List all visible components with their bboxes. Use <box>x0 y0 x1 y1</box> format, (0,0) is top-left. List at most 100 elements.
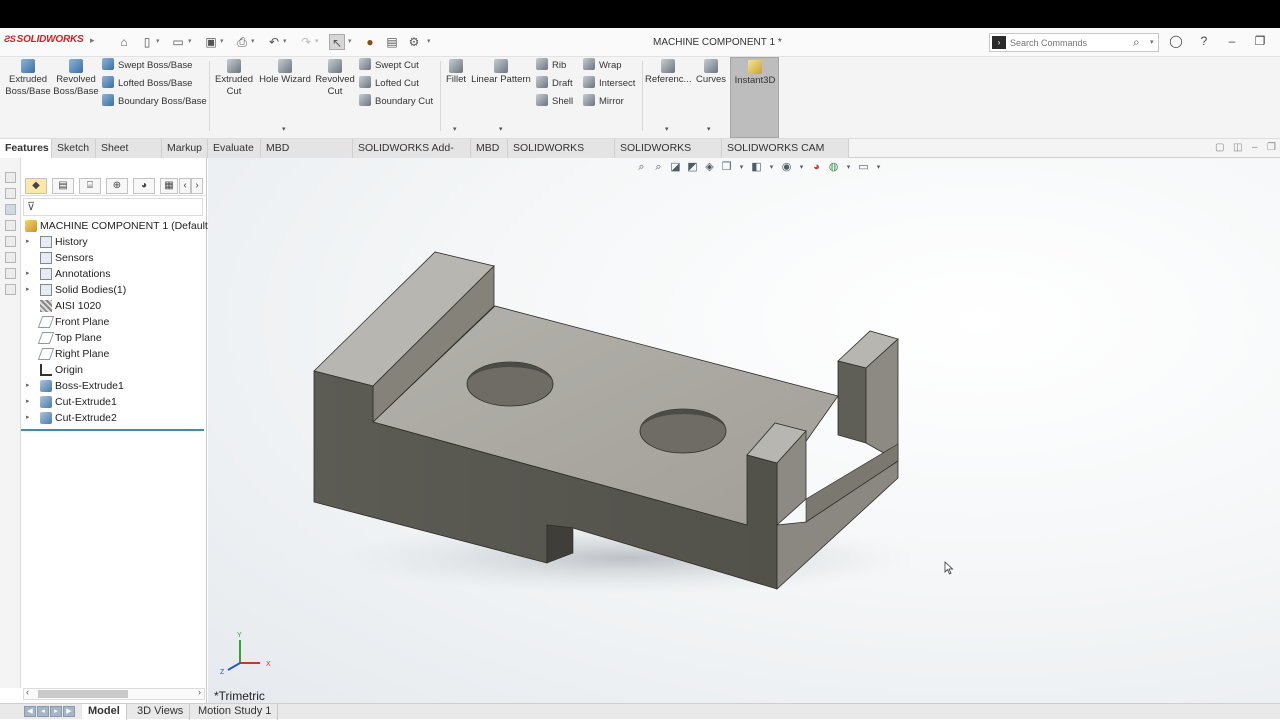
chevron-down-icon[interactable]: ▾ <box>282 125 286 133</box>
feature-manager-tab-icon[interactable]: ◆ <box>25 178 47 194</box>
linear-pattern-button[interactable]: Linear Pattern <box>471 59 531 86</box>
chevron-down-icon[interactable]: ▾ <box>427 37 431 45</box>
options-gear-icon[interactable]: ⚙ <box>406 34 422 50</box>
curves-button[interactable]: Curves <box>694 59 728 86</box>
chevron-left-icon[interactable]: ‹ <box>26 687 29 697</box>
select-pointer-icon[interactable]: ↖ <box>329 34 345 50</box>
revolved-boss-button[interactable]: Revolved Boss/Base <box>53 59 99 98</box>
user-account-icon[interactable]: ◯ <box>1168 34 1184 48</box>
rib-button[interactable]: Rib <box>536 58 566 73</box>
scrollbar-thumb[interactable] <box>38 690 128 698</box>
swept-cut-button[interactable]: Swept Cut <box>359 58 419 73</box>
last-tab-icon[interactable]: ▶ <box>63 706 75 717</box>
rollback-bar[interactable] <box>21 429 204 431</box>
restore-pane-icon[interactable]: ❐ <box>1267 142 1276 153</box>
tab-model[interactable]: Model <box>82 704 127 720</box>
graphics-area[interactable]: ⌕ ⌕ ◪ ◩ ◈ ❒ ▾ ◧ ▾ ◉ ▾ ◕ ◍ ▾ ▭ ▾ Y X Z *T… <box>208 158 1280 703</box>
appearances-icon[interactable] <box>5 236 16 247</box>
draft-button[interactable]: Draft <box>536 76 573 91</box>
reference-geometry-button[interactable]: Referenc... <box>645 59 691 86</box>
custom-properties-icon[interactable] <box>5 252 16 263</box>
undo-icon[interactable]: ↶ <box>266 34 282 50</box>
first-tab-icon[interactable]: ◀ <box>24 706 36 717</box>
help-icon[interactable]: ? <box>1196 34 1212 48</box>
solidworks-forum-icon[interactable] <box>5 268 16 279</box>
fillet-button[interactable]: Fillet <box>443 59 469 86</box>
chevron-down-icon[interactable]: ▾ <box>348 37 352 45</box>
search-icon[interactable]: ⌕ <box>1133 35 1140 50</box>
revolved-cut-button[interactable]: Revolved Cut <box>313 59 357 98</box>
tab-sheet-metal[interactable]: Sheet Metal <box>96 139 162 172</box>
tab-solidworks-cam[interactable]: SOLIDWORKS CAM <box>508 139 615 172</box>
chevron-down-icon[interactable]: ▾ <box>707 125 711 133</box>
mirror-button[interactable]: Mirror <box>583 94 624 109</box>
redo-icon[interactable]: ↷ <box>298 34 314 50</box>
tab-solidworks-add-ins[interactable]: SOLIDWORKS Add-Ins <box>353 139 471 172</box>
design-library-icon[interactable] <box>5 188 16 199</box>
search-commands-box[interactable]: › ⌕ ▾ <box>989 33 1159 52</box>
file-explorer-icon[interactable] <box>5 204 16 215</box>
tile-icon[interactable]: ▢ <box>1215 142 1224 153</box>
float-icon[interactable]: ◫ <box>1233 142 1242 153</box>
feature-tree-filter[interactable]: ⊽ <box>23 198 203 216</box>
tab-markup[interactable]: Markup <box>162 139 208 158</box>
previous-tab-icon[interactable]: ◂ <box>37 706 49 717</box>
cam-icon[interactable] <box>5 284 16 295</box>
tab-mbd[interactable]: MBD <box>471 139 508 158</box>
lofted-cut-button[interactable]: Lofted Cut <box>359 76 419 91</box>
chevron-down-icon[interactable]: ▾ <box>251 37 255 45</box>
tab-motion-study-1[interactable]: Motion Study 1 <box>192 704 279 720</box>
tab-mbd-dimensions[interactable]: MBD Dimensions <box>261 139 353 172</box>
save-icon[interactable]: ▣ <box>203 34 219 50</box>
tab-evaluate[interactable]: Evaluate <box>208 139 261 158</box>
tab-3d-views[interactable]: 3D Views <box>131 704 191 720</box>
extruded-boss-button[interactable]: Extruded Boss/Base <box>4 59 52 98</box>
chevron-down-icon[interactable]: ▾ <box>156 37 160 45</box>
minimize-icon[interactable]: – <box>1224 34 1240 48</box>
menu-expand-icon[interactable]: ▸ <box>90 35 95 46</box>
tab-solidworks-cam-tbm[interactable]: SOLIDWORKS CAM TBM <box>722 139 849 172</box>
boundary-boss-button[interactable]: Boundary Boss/Base <box>102 94 207 109</box>
shell-button[interactable]: Shell <box>536 94 573 109</box>
chevron-down-icon[interactable]: ▾ <box>1150 38 1154 46</box>
chevron-down-icon[interactable]: ▾ <box>499 125 503 133</box>
new-document-icon[interactable]: ▯ <box>139 34 155 50</box>
chevron-right-icon[interactable]: › <box>191 178 203 194</box>
expand-icon[interactable]: ▸ <box>26 410 30 426</box>
chevron-down-icon[interactable]: ▾ <box>220 37 224 45</box>
chevron-down-icon[interactable]: ▾ <box>665 125 669 133</box>
expand-icon[interactable]: ▸ <box>26 234 30 250</box>
swept-boss-button[interactable]: Swept Boss/Base <box>102 58 192 73</box>
display-manager-tab-icon[interactable]: ◕ <box>133 178 155 194</box>
chevron-down-icon[interactable]: ▾ <box>188 37 192 45</box>
lofted-boss-button[interactable]: Lofted Boss/Base <box>102 76 192 91</box>
chevron-down-icon[interactable]: ▾ <box>453 125 457 133</box>
minimize-pane-icon[interactable]: – <box>1252 142 1258 153</box>
rebuild-icon[interactable]: ● <box>362 34 378 50</box>
horizontal-scrollbar[interactable]: ‹ › <box>23 687 205 700</box>
tab-features[interactable]: Features <box>0 139 52 158</box>
expand-icon[interactable]: ▸ <box>26 378 30 394</box>
search-input[interactable] <box>1010 36 1128 50</box>
expand-icon[interactable]: ▸ <box>26 266 30 282</box>
hole-wizard-button[interactable]: Hole Wizard <box>258 59 312 86</box>
configuration-manager-tab-icon[interactable]: ⌸ <box>79 178 101 194</box>
intersect-button[interactable]: Intersect <box>583 76 635 91</box>
home-icon[interactable]: ⌂ <box>116 34 132 50</box>
dimxpert-manager-tab-icon[interactable]: ⊕ <box>106 178 128 194</box>
extruded-cut-button[interactable]: Extruded Cut <box>212 59 256 98</box>
solidworks-logo[interactable]: ƧSSOLIDWORKS <box>4 34 84 45</box>
tab-solidworks-cam-2[interactable]: SOLIDWORKS CAM <box>615 139 722 172</box>
chevron-down-icon[interactable]: ▾ <box>315 37 319 45</box>
view-palette-icon[interactable] <box>5 220 16 231</box>
chevron-down-icon[interactable]: ▾ <box>283 37 287 45</box>
print-icon[interactable]: ⎙ <box>234 34 250 50</box>
expand-icon[interactable]: ▸ <box>26 282 30 298</box>
tab-sketch[interactable]: Sketch <box>52 139 96 158</box>
instant3d-toggle[interactable]: Instant3D <box>730 57 779 138</box>
restore-icon[interactable]: ❐ <box>1252 34 1268 48</box>
boundary-cut-button[interactable]: Boundary Cut <box>359 94 433 109</box>
resources-icon[interactable] <box>5 172 16 183</box>
expand-icon[interactable]: ▸ <box>26 394 30 410</box>
wrap-button[interactable]: Wrap <box>583 58 622 73</box>
